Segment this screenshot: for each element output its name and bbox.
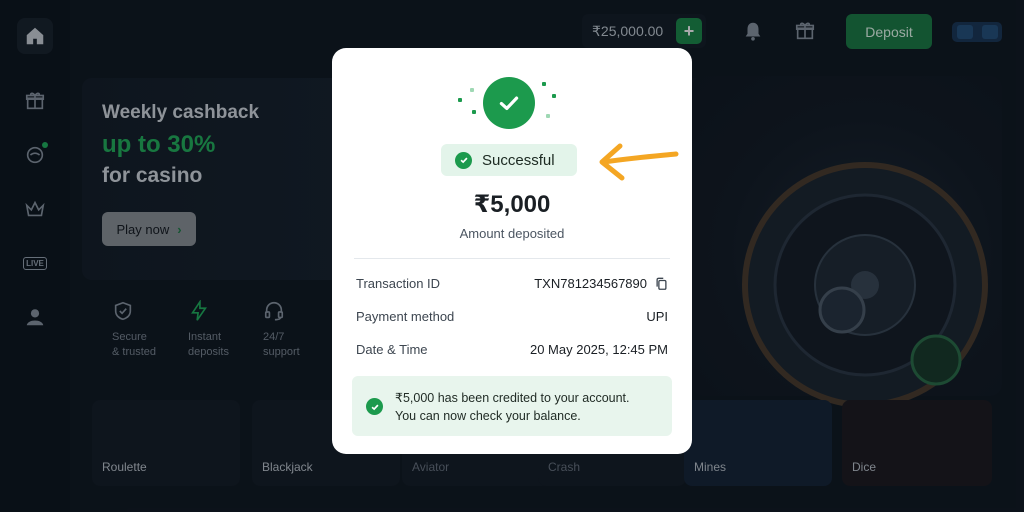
status-label: Successful [482, 151, 555, 169]
status-badge: Successful [441, 144, 577, 176]
transaction-id: TXN781234567890 [534, 276, 647, 291]
notice-line2: You can now check your balance. [395, 409, 581, 423]
amount-caption: Amount deposited [459, 226, 565, 241]
app-background: LIVE ₹25,000.00 + Deposit Weekly cashbac… [0, 0, 1024, 512]
detail-row-date-time: Date & Time 20 May 2025, 12:45 PM [356, 342, 668, 357]
confetti-piece [470, 88, 474, 92]
detail-row-transaction-id: Transaction ID TXN781234567890 [356, 276, 668, 291]
deposit-success-modal: Successful ₹5,000 Amount deposited Trans… [332, 48, 692, 454]
arrow-icon [599, 143, 679, 181]
detail-label: Transaction ID [356, 276, 441, 291]
detail-value: TXN781234567890 [534, 276, 668, 291]
detail-label: Date & Time [356, 342, 428, 357]
credit-notice: ₹5,000 has been credited to your account… [352, 376, 672, 436]
confetti-piece [542, 82, 546, 86]
confetti-piece [546, 114, 550, 118]
notice-text: ₹5,000 has been credited to your account… [395, 389, 630, 425]
copy-icon[interactable] [655, 277, 668, 291]
notice-line1: ₹5,000 has been credited to your account… [395, 391, 630, 405]
divider [354, 258, 670, 259]
confetti-piece [552, 94, 556, 98]
date-time: 20 May 2025, 12:45 PM [529, 342, 668, 357]
detail-row-payment-method: Payment method UPI [356, 309, 668, 324]
confetti-piece [458, 98, 462, 102]
check-circle-icon [455, 151, 472, 169]
check-circle-icon [366, 398, 383, 415]
confetti-piece [472, 110, 476, 114]
deposit-amount: ₹5,000 [473, 191, 551, 218]
detail-label: Payment method [356, 309, 455, 324]
success-check-icon [483, 77, 535, 129]
payment-method: UPI [646, 309, 668, 324]
